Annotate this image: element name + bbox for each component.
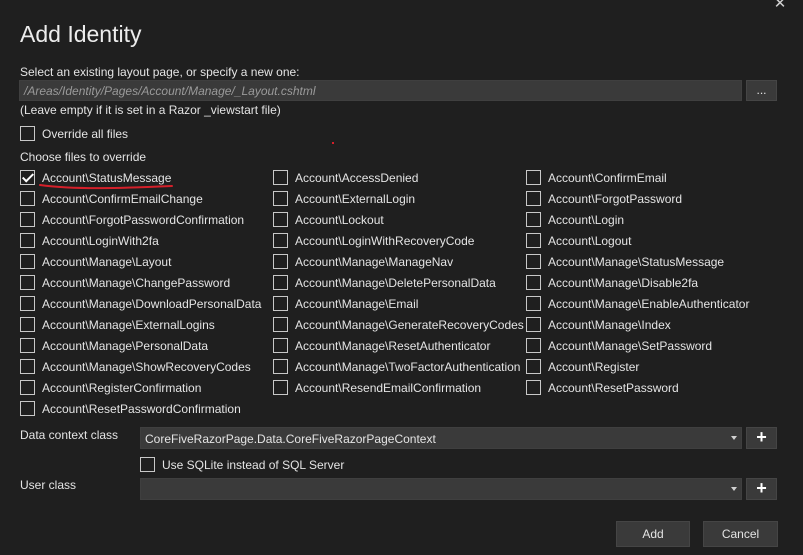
user-class-label: User class [20, 478, 77, 492]
file-label: Account\ResetPassword [548, 381, 679, 395]
file-checkbox[interactable] [273, 233, 288, 248]
layout-path-input[interactable]: /Areas/Identity/Pages/Account/Manage/_La… [19, 80, 742, 101]
file-label: Account\ConfirmEmailChange [42, 192, 203, 206]
file-checkbox[interactable] [273, 275, 288, 290]
file-label: Account\Manage\Layout [42, 255, 172, 269]
file-label: Account\Manage\ShowRecoveryCodes [42, 360, 251, 374]
file-checkbox[interactable] [526, 191, 541, 206]
red-dot-annotation [332, 142, 334, 144]
override-all-label: Override all files [42, 127, 129, 141]
file-checkbox[interactable] [273, 317, 288, 332]
data-context-dropdown[interactable]: CoreFiveRazorPage.Data.CoreFiveRazorPage… [140, 427, 742, 449]
file-label: Account\Manage\SetPassword [548, 339, 713, 353]
file-label: Account\Lockout [295, 213, 384, 227]
file-checkbox[interactable] [20, 191, 35, 206]
red-underline-annotation [39, 184, 173, 190]
file-checkbox[interactable] [526, 233, 541, 248]
file-checkbox[interactable] [273, 191, 288, 206]
user-class-dropdown[interactable] [140, 478, 742, 500]
file-checkbox[interactable] [526, 254, 541, 269]
file-checkbox[interactable] [20, 275, 35, 290]
file-checkbox[interactable] [526, 275, 541, 290]
file-checkbox[interactable] [273, 359, 288, 374]
file-checkbox[interactable] [526, 338, 541, 353]
file-checkbox[interactable] [526, 296, 541, 311]
add-user-class-button[interactable]: + [746, 478, 777, 500]
file-checkbox[interactable] [20, 338, 35, 353]
chevron-down-icon [731, 487, 737, 491]
file-label: Account\ForgotPasswordConfirmation [42, 213, 245, 227]
choose-files-label: Choose files to override [20, 150, 147, 164]
file-label: Account\Logout [548, 234, 632, 248]
file-checkbox[interactable] [20, 401, 35, 416]
browse-button[interactable]: ... [746, 80, 777, 101]
file-label: Account\ExternalLogin [295, 192, 416, 206]
override-all-checkbox[interactable] [20, 126, 35, 141]
file-checkbox[interactable] [20, 212, 35, 227]
file-checkbox[interactable] [20, 233, 35, 248]
file-label: Account\Login [548, 213, 625, 227]
file-checkbox[interactable] [20, 380, 35, 395]
file-label: Account\Manage\ExternalLogins [42, 318, 215, 332]
file-checkbox[interactable] [20, 170, 35, 185]
file-label: Account\Manage\PersonalData [42, 339, 209, 353]
file-checkbox[interactable] [273, 380, 288, 395]
file-label: Account\Manage\StatusMessage [548, 255, 725, 269]
file-checkbox[interactable] [20, 254, 35, 269]
file-checkbox[interactable] [273, 212, 288, 227]
file-checkbox[interactable] [20, 359, 35, 374]
file-label: Account\LoginWith2fa [42, 234, 159, 248]
dialog-title: Add Identity [20, 21, 142, 47]
cancel-button[interactable]: Cancel [703, 521, 778, 547]
chevron-down-icon [731, 436, 737, 440]
file-checkbox[interactable] [526, 212, 541, 227]
file-label: Account\Manage\ChangePassword [42, 276, 231, 290]
close-icon[interactable]: ✕ [772, 0, 788, 12]
sqlite-checkbox[interactable] [140, 457, 155, 472]
file-label: Account\Manage\EnableAuthenticator [548, 297, 750, 311]
file-label: Account\RegisterConfirmation [42, 381, 202, 395]
file-label: Account\Manage\TwoFactorAuthentication [295, 360, 521, 374]
file-checkbox[interactable] [526, 317, 541, 332]
file-checkbox[interactable] [273, 254, 288, 269]
file-label: Account\Manage\Disable2fa [548, 276, 699, 290]
file-label: Account\ResetPasswordConfirmation [42, 402, 241, 416]
add-data-context-button[interactable]: + [746, 427, 777, 449]
file-checkbox[interactable] [273, 338, 288, 353]
file-checkbox[interactable] [526, 170, 541, 185]
file-checkbox[interactable] [20, 296, 35, 311]
file-label: Account\LoginWithRecoveryCode [295, 234, 475, 248]
file-label: Account\Manage\Email [295, 297, 419, 311]
file-label: Account\Manage\ManageNav [295, 255, 454, 269]
file-label: Account\Manage\Index [548, 318, 671, 332]
layout-hint: (Leave empty if it is set in a Razor _vi… [20, 103, 281, 117]
file-label: Account\ResendEmailConfirmation [295, 381, 482, 395]
file-checkbox[interactable] [273, 170, 288, 185]
file-label: Account\AccessDenied [295, 171, 419, 185]
file-checkbox[interactable] [273, 296, 288, 311]
file-label: Account\Manage\DeletePersonalData [295, 276, 496, 290]
layout-label: Select an existing layout page, or speci… [20, 65, 300, 79]
file-label: Account\Register [548, 360, 640, 374]
file-label: Account\Manage\GenerateRecoveryCodes [295, 318, 524, 332]
file-label: Account\Manage\DownloadPersonalData [42, 297, 262, 311]
file-checkbox[interactable] [20, 317, 35, 332]
data-context-label: Data context class [20, 428, 119, 442]
file-label: Account\ForgotPassword [548, 192, 683, 206]
sqlite-label: Use SQLite instead of SQL Server [162, 458, 345, 472]
file-label: Account\Manage\ResetAuthenticator [295, 339, 491, 353]
file-label: Account\ConfirmEmail [548, 171, 667, 185]
file-checkbox[interactable] [526, 380, 541, 395]
data-context-value: CoreFiveRazorPage.Data.CoreFiveRazorPage… [145, 432, 436, 446]
add-button[interactable]: Add [616, 521, 690, 547]
file-checkbox[interactable] [526, 359, 541, 374]
